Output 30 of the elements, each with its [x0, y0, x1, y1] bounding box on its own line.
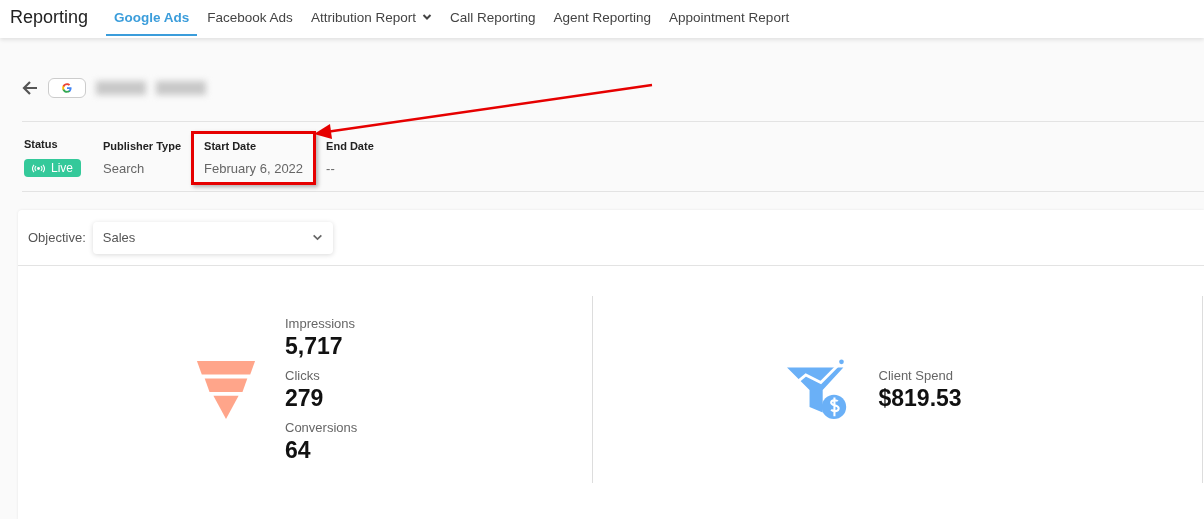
field-value: February 6, 2022 — [204, 160, 304, 176]
field-label: Status — [24, 137, 59, 150]
status-badge: Live — [24, 159, 81, 178]
metric-value: $819.53 — [878, 384, 963, 412]
field-label: End Date — [326, 139, 374, 152]
nav-tab[interactable]: Call Reporting — [441, 0, 544, 36]
metric-label: Conversions — [285, 419, 359, 435]
metric-value: 279 — [285, 384, 325, 412]
metric-value: 5,717 — [285, 332, 344, 360]
field-value: Search — [103, 160, 146, 176]
metric-label: Clicks — [285, 367, 321, 383]
nav-tab[interactable]: Appointment Report — [661, 0, 798, 36]
funnel-icon — [195, 358, 257, 421]
funnel-chart-coin-icon — [786, 358, 849, 421]
nav-tab[interactable]: Agent Reporting — [545, 0, 660, 36]
nav-tab[interactable]: Facebook Ads — [199, 0, 301, 36]
metric-label: Impressions — [285, 315, 357, 331]
metric-value: 64 — [285, 436, 312, 464]
objective-label: Objective: — [28, 230, 86, 245]
chevron-down-icon — [311, 232, 323, 243]
objective-dropdown[interactable]: Sales — [92, 221, 333, 254]
broadcast-icon — [32, 163, 45, 173]
field-value: -- — [326, 160, 336, 176]
metric-label: Client Spend — [878, 367, 954, 383]
field-label: Publisher Type — [103, 139, 182, 152]
back-arrow-icon[interactable] — [22, 80, 38, 96]
field-label: Start Date — [204, 139, 258, 152]
google-logo-icon — [61, 82, 73, 94]
page-title: Reporting — [10, 6, 89, 29]
nav-tab[interactable]: Attribution Report — [302, 0, 440, 36]
